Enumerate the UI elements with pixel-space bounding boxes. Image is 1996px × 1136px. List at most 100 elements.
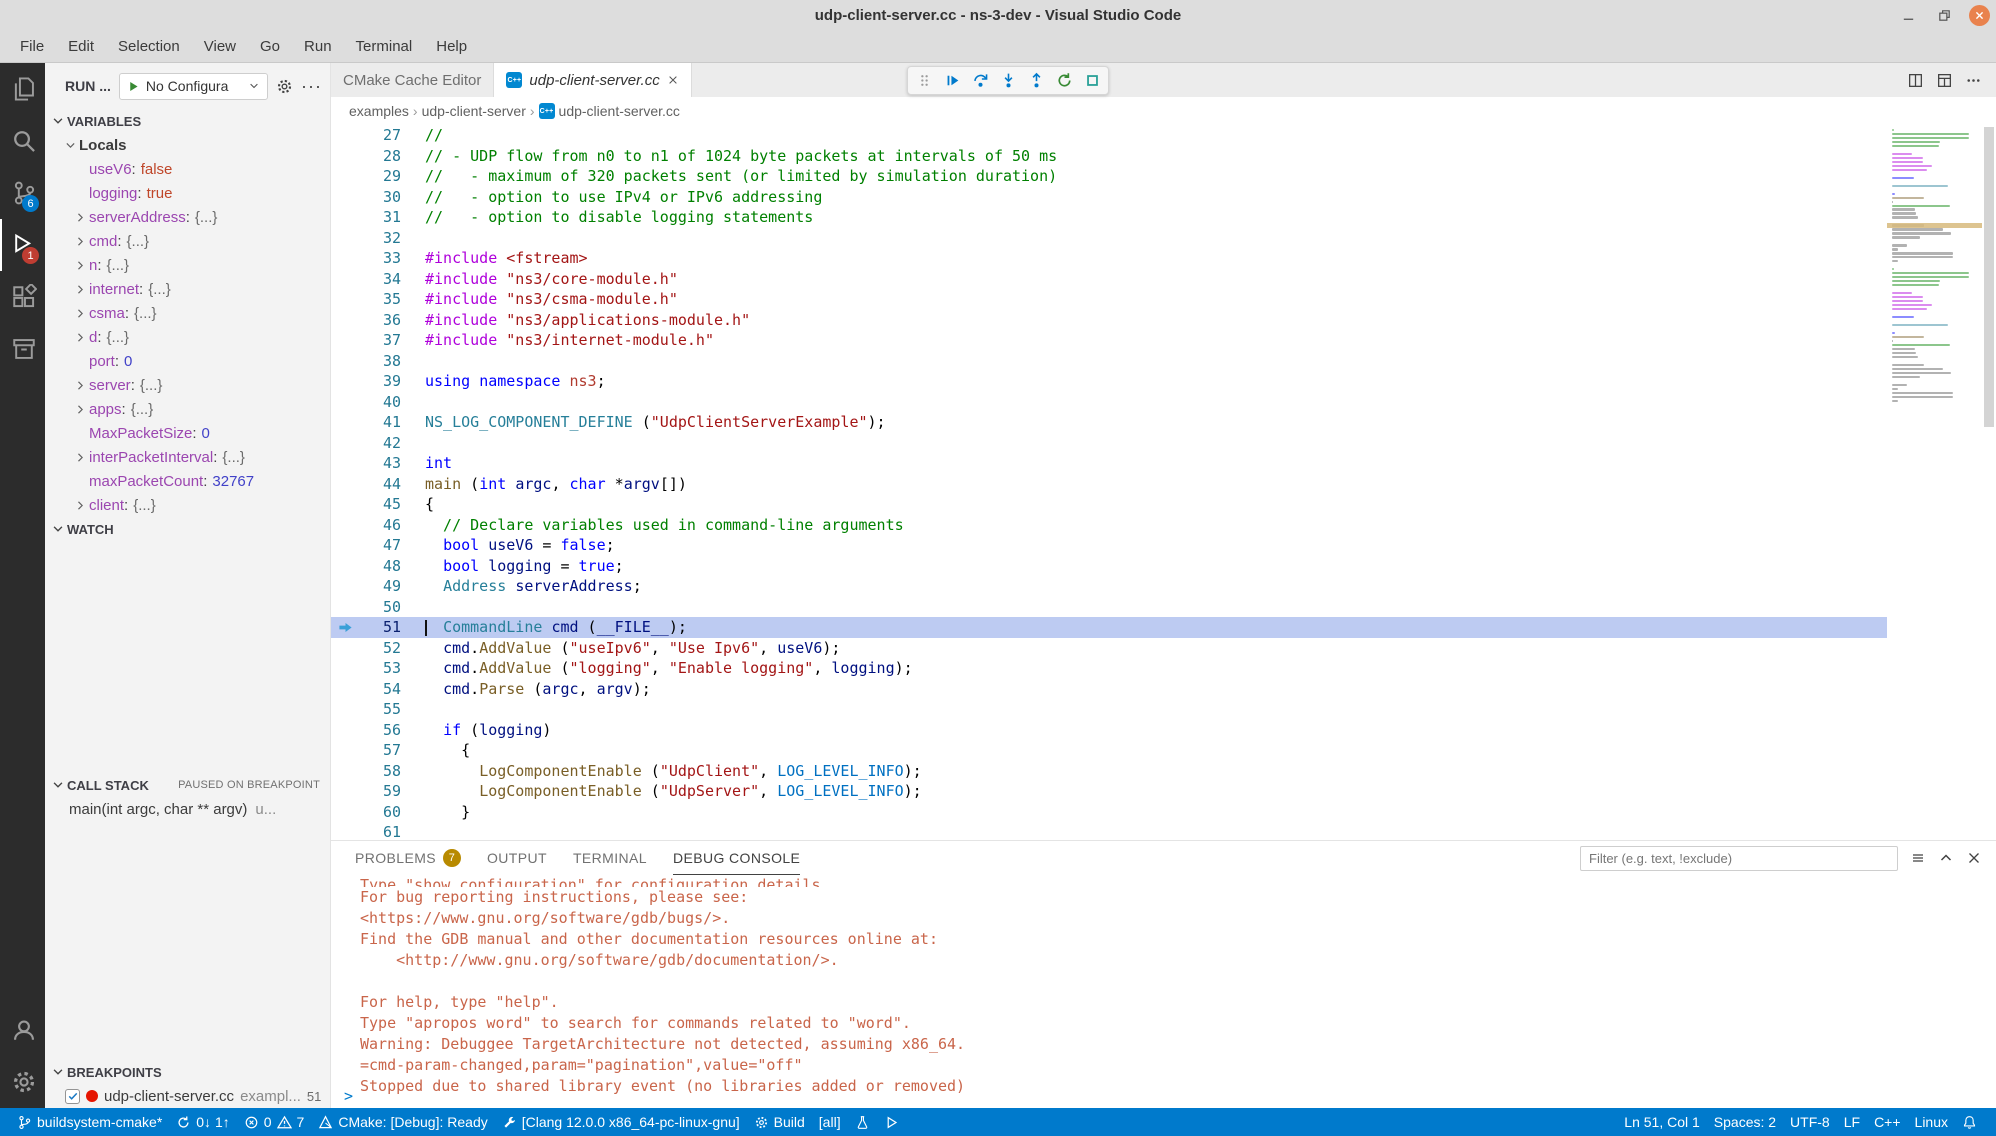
tab-cmake-cache-editor[interactable]: CMake Cache Editor — [331, 63, 494, 97]
glyph-margin[interactable] — [331, 781, 359, 802]
glyph-margin[interactable] — [331, 453, 359, 474]
glyph-margin[interactable] — [331, 617, 359, 638]
grip-button[interactable] — [912, 69, 936, 93]
line-number[interactable]: 31 — [359, 207, 401, 228]
account-activity-item[interactable] — [0, 1004, 45, 1056]
watch-section-header[interactable]: WATCH — [45, 517, 330, 541]
chevron-right-icon[interactable] — [71, 379, 89, 392]
line-number[interactable]: 29 — [359, 166, 401, 187]
settings-gear-activity-item[interactable] — [0, 1056, 45, 1108]
glyph-margin[interactable] — [331, 146, 359, 167]
chevron-right-icon[interactable] — [71, 451, 89, 464]
code-line[interactable]: 33#include <fstream> — [331, 248, 1887, 269]
menu-go[interactable]: Go — [248, 30, 292, 63]
start-debug-icon[interactable] — [127, 80, 140, 93]
editor-scrollbar[interactable] — [1982, 125, 1996, 840]
panel-menu-icon[interactable] — [1910, 850, 1926, 866]
stack-frame[interactable]: main(int argc, char ** argv) u... — [45, 797, 330, 821]
glyph-margin[interactable] — [331, 699, 359, 720]
more-actions-icon[interactable]: ··· — [301, 81, 322, 91]
code-line[interactable]: 37#include "ns3/internet-module.h" — [331, 330, 1887, 351]
code-line[interactable]: 45{ — [331, 494, 1887, 515]
panel-tab-problems[interactable]: PROBLEMS7 — [355, 841, 461, 875]
extensions-activity-item[interactable] — [0, 271, 45, 323]
variable-row[interactable]: d:{...} — [45, 325, 330, 349]
package-activity-item[interactable] — [0, 323, 45, 375]
panel-tab-debug-console[interactable]: DEBUG CONSOLE — [673, 841, 800, 875]
breakpoint-checkbox[interactable] — [65, 1089, 80, 1104]
variable-row[interactable]: useV6:false — [45, 157, 330, 181]
step-over-button[interactable] — [968, 69, 992, 93]
line-number[interactable]: 60 — [359, 802, 401, 823]
glyph-margin[interactable] — [331, 740, 359, 761]
glyph-margin[interactable] — [331, 330, 359, 351]
variable-row[interactable]: csma:{...} — [45, 301, 330, 325]
chevron-right-icon[interactable] — [71, 235, 89, 248]
line-number[interactable]: 42 — [359, 433, 401, 454]
debug-console[interactable]: Type "show configuration" for configurat… — [331, 875, 1996, 1108]
glyph-margin[interactable] — [331, 310, 359, 331]
problems-status[interactable]: 07 — [237, 1108, 312, 1136]
close-panel-icon[interactable] — [1966, 850, 1982, 866]
menu-help[interactable]: Help — [424, 30, 479, 63]
variable-row[interactable]: port:0 — [45, 349, 330, 373]
notifications-bell[interactable] — [1955, 1108, 1984, 1136]
minimize-icon[interactable] — [1897, 4, 1919, 26]
code-line[interactable]: 58 LogComponentEnable ("UdpClient", LOG_… — [331, 761, 1887, 782]
code-line[interactable]: 54 cmd.Parse (argc, argv); — [331, 679, 1887, 700]
glyph-margin[interactable] — [331, 289, 359, 310]
code-line[interactable]: 40 — [331, 392, 1887, 413]
menu-run[interactable]: Run — [292, 30, 344, 63]
glyph-margin[interactable] — [331, 125, 359, 146]
chevron-right-icon[interactable] — [71, 307, 89, 320]
code-area[interactable]: 27//28// - UDP flow from n0 to n1 of 102… — [331, 125, 1887, 840]
code-line[interactable]: 28// - UDP flow from n0 to n1 of 1024 by… — [331, 146, 1887, 167]
line-number[interactable]: 33 — [359, 248, 401, 269]
glyph-margin[interactable] — [331, 166, 359, 187]
line-number[interactable]: 39 — [359, 371, 401, 392]
menu-edit[interactable]: Edit — [56, 30, 106, 63]
line-number[interactable]: 27 — [359, 125, 401, 146]
line-number[interactable]: 61 — [359, 822, 401, 840]
code-line[interactable]: 32 — [331, 228, 1887, 249]
test-button[interactable] — [848, 1108, 877, 1136]
code-line[interactable]: 39using namespace ns3; — [331, 371, 1887, 392]
code-line[interactable]: 46 // Declare variables used in command-… — [331, 515, 1887, 536]
glyph-margin[interactable] — [331, 494, 359, 515]
variable-row[interactable]: internet:{...} — [45, 277, 330, 301]
code-line[interactable]: 59 LogComponentEnable ("UdpServer", LOG_… — [331, 781, 1887, 802]
glyph-margin[interactable] — [331, 597, 359, 618]
line-number[interactable]: 51 — [359, 617, 401, 638]
branch-status[interactable]: buildsystem-cmake* — [10, 1108, 169, 1136]
code-line[interactable]: 27// — [331, 125, 1887, 146]
glyph-margin[interactable] — [331, 720, 359, 741]
restore-icon[interactable] — [1933, 4, 1955, 26]
code-line[interactable]: 29// - maximum of 320 packets sent (or l… — [331, 166, 1887, 187]
variable-row[interactable]: maxPacketCount:32767 — [45, 469, 330, 493]
line-number[interactable]: 43 — [359, 453, 401, 474]
variable-row[interactable]: apps:{...} — [45, 397, 330, 421]
line-number[interactable]: 46 — [359, 515, 401, 536]
code-line[interactable]: 57 { — [331, 740, 1887, 761]
code-line[interactable]: 43int — [331, 453, 1887, 474]
line-number[interactable]: 58 — [359, 761, 401, 782]
glyph-margin[interactable] — [331, 802, 359, 823]
code-line[interactable]: 42 — [331, 433, 1887, 454]
code-line[interactable]: 61 — [331, 822, 1887, 840]
line-number[interactable]: 52 — [359, 638, 401, 659]
code-line[interactable]: 41NS_LOG_COMPONENT_DEFINE ("UdpClientSer… — [331, 412, 1887, 433]
code-line[interactable]: 52 cmd.AddValue ("useIpv6", "Use Ipv6", … — [331, 638, 1887, 659]
chevron-right-icon[interactable] — [71, 211, 89, 224]
tab-udp-client-server-cc[interactable]: C++udp-client-server.cc — [494, 63, 691, 97]
code-line[interactable]: 31// - option to disable logging stateme… — [331, 207, 1887, 228]
variable-row[interactable]: cmd:{...} — [45, 229, 330, 253]
line-number[interactable]: 45 — [359, 494, 401, 515]
glyph-margin[interactable] — [331, 187, 359, 208]
line-number[interactable]: 57 — [359, 740, 401, 761]
line-number[interactable]: 40 — [359, 392, 401, 413]
search-activity-item[interactable] — [0, 115, 45, 167]
call-stack-section-header[interactable]: CALL STACK PAUSED ON BREAKPOINT — [45, 773, 330, 797]
line-number[interactable]: 38 — [359, 351, 401, 372]
line-number[interactable]: 44 — [359, 474, 401, 495]
glyph-margin[interactable] — [331, 433, 359, 454]
